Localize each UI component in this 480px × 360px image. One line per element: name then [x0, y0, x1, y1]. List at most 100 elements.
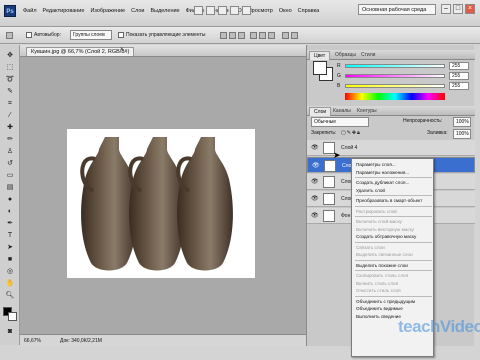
align-left-icon[interactable]	[250, 32, 257, 39]
doc-size-readout: Док: 340,0К/2,21М	[60, 338, 102, 344]
channel-value-field[interactable]: 255	[449, 62, 469, 70]
context-menu-item[interactable]: Создать обтравочную маску	[352, 233, 435, 241]
context-menu-item[interactable]: Выделить похожие слои	[352, 262, 435, 270]
autoselect-select[interactable]: Группы слоев	[70, 30, 112, 40]
menu-item[interactable]: Справка	[295, 6, 323, 16]
move-tool-icon[interactable]	[6, 32, 13, 39]
lock-label: Закрепить:	[311, 130, 337, 136]
gradient-tool-icon[interactable]: ▤	[4, 183, 16, 193]
zoom-level-icon[interactable]	[218, 6, 227, 15]
show-controls-checkbox[interactable]: Показать управляющие элементы	[118, 31, 205, 40]
path-select-icon[interactable]: ➤	[4, 243, 16, 253]
color-slider[interactable]	[345, 64, 445, 68]
context-menu-item[interactable]: Параметры слоя...	[352, 161, 435, 169]
tab-color[interactable]: Цвет	[309, 51, 331, 60]
3d-rotate-icon[interactable]: ◎	[4, 267, 16, 277]
align-middle-icon[interactable]	[229, 32, 236, 39]
menu-separator	[355, 295, 432, 297]
channel-label: G	[337, 73, 341, 79]
layer-thumbnail	[323, 210, 335, 222]
zoom-tool-icon[interactable]: 🔍︎	[4, 291, 16, 301]
blur-tool-icon[interactable]: ●	[4, 195, 16, 205]
color-slider[interactable]	[345, 84, 445, 88]
lock-icons[interactable]: ▢✎✥🔒︎	[341, 129, 361, 138]
brush-tool-icon[interactable]: ✏	[4, 135, 16, 145]
tab-layers[interactable]: Слои	[309, 107, 332, 116]
autoselect-label: Автовыбор:	[34, 32, 61, 38]
bridge-icon[interactable]	[194, 6, 203, 15]
tab-swatches[interactable]: Образцы	[331, 51, 360, 60]
arrange-icon[interactable]	[242, 6, 251, 15]
eye-icon[interactable]: 👁︎	[311, 178, 319, 186]
align-bottom-icon[interactable]	[238, 32, 245, 39]
eye-icon[interactable]: 👁︎	[311, 144, 319, 152]
quick-mask-icon[interactable]: ◙	[4, 327, 16, 337]
lasso-tool-icon[interactable]: ➰	[4, 75, 16, 85]
maximize-button[interactable]: □	[453, 4, 463, 14]
marquee-tool-icon[interactable]: ⬚	[4, 63, 16, 73]
distribute-icon[interactable]	[282, 32, 289, 39]
menu-item[interactable]: Слои	[128, 6, 147, 16]
eye-icon[interactable]: 👁︎	[312, 162, 320, 170]
document-tab[interactable]: Кувшин.jpg @ 66,7% (Слой 2, RGB/8#)	[26, 47, 135, 56]
background-color-swatch[interactable]	[8, 312, 17, 321]
channel-value-field[interactable]: 255	[449, 82, 469, 90]
opacity-label: Непрозрачность:	[403, 118, 443, 124]
color-spectrum[interactable]	[345, 93, 445, 100]
context-menu-item: Включить векторную маску	[356, 226, 414, 232]
document-window: Кувшин.jpg @ 66,7% (Слой 2, RGB/8#) × 66…	[20, 45, 306, 346]
autoselect-checkbox[interactable]: Автовыбор:	[26, 31, 61, 40]
type-tool-icon[interactable]: T	[4, 231, 16, 241]
fill-field[interactable]: 100%	[453, 129, 471, 139]
close-tab-icon[interactable]: ×	[120, 47, 124, 53]
tab-paths[interactable]: Контуры	[353, 107, 381, 116]
clone-stamp-icon[interactable]: ♙	[4, 147, 16, 157]
color-slider[interactable]	[345, 74, 445, 78]
menu-bar: Ps Файл Редактирование Изображение Слои Выде…	[0, 0, 480, 27]
shape-tool-icon[interactable]: ■	[4, 255, 16, 265]
opacity-field[interactable]: 100%	[453, 117, 471, 127]
tab-styles[interactable]: Стили	[357, 51, 379, 60]
foreground-color-swatch[interactable]	[313, 61, 327, 75]
menu-item[interactable]: Окно	[276, 6, 295, 16]
crop-tool-icon[interactable]: ⌗	[4, 99, 16, 109]
context-menu-item: Связать слои	[356, 244, 385, 250]
context-menu-item[interactable]: Объединить видимые	[352, 305, 435, 313]
minimize-button[interactable]: –	[441, 4, 451, 14]
distribute-icon[interactable]	[291, 32, 298, 39]
history-brush-icon[interactable]: ↺	[4, 159, 16, 169]
context-menu-item[interactable]: Преобразовать в смарт-объект	[352, 197, 435, 205]
menu-item[interactable]: Редактирование	[40, 6, 88, 16]
eyedropper-icon[interactable]: ⁄	[4, 111, 16, 121]
color-panel-tabs: Цвет Образцы Стили	[307, 50, 475, 60]
menu-item[interactable]: Файл	[20, 6, 40, 16]
workspace-select[interactable]: Основная рабочая среда	[358, 4, 436, 15]
zoom-readout[interactable]: 66,67%	[24, 337, 41, 345]
dodge-tool-icon[interactable]: ◐	[4, 207, 16, 217]
pen-tool-icon[interactable]: ✒	[4, 219, 16, 229]
close-icon[interactable]: ×	[465, 4, 475, 14]
context-menu-item[interactable]: Создать дубликат слоя...	[352, 179, 435, 187]
context-menu-item: Вклеить стиль слоя	[356, 280, 399, 286]
eraser-tool-icon[interactable]: ▭	[4, 171, 16, 181]
healing-brush-icon[interactable]: ✚	[4, 123, 16, 133]
tab-channels[interactable]: Каналы	[329, 107, 355, 116]
align-top-icon[interactable]	[220, 32, 227, 39]
context-menu-item[interactable]: Параметры наложения...	[352, 169, 435, 177]
eye-icon[interactable]: 👁︎	[311, 195, 319, 203]
blend-mode-select[interactable]: Обычные	[311, 117, 369, 127]
menu-item[interactable]: Выделение	[147, 6, 182, 16]
image-canvas[interactable]	[67, 129, 255, 278]
align-center-icon[interactable]	[259, 32, 266, 39]
context-menu-item[interactable]: Удалить слой	[352, 187, 435, 195]
channel-value-field[interactable]: 255	[449, 72, 469, 80]
hand-tool-icon[interactable]: ✋	[4, 279, 16, 289]
move-tool-icon[interactable]: ✥	[4, 51, 16, 61]
mini-bridge-icon[interactable]	[206, 6, 215, 15]
menu-item[interactable]: Изображение	[87, 6, 128, 16]
quick-select-icon[interactable]: ✎	[4, 87, 16, 97]
eye-icon[interactable]: 👁︎	[311, 212, 319, 220]
hand-icon[interactable]	[230, 6, 239, 15]
align-right-icon[interactable]	[268, 32, 275, 39]
context-menu-item[interactable]: Объединить с предыдущим	[352, 298, 435, 306]
